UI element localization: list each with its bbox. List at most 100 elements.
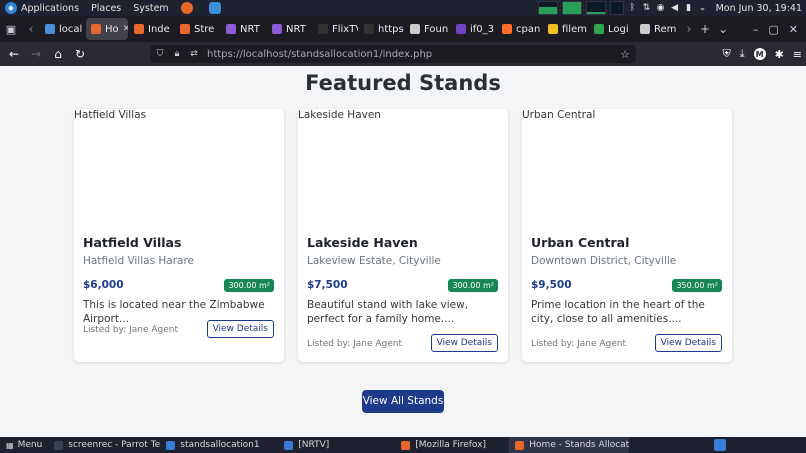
tab-favicon-icon bbox=[364, 24, 374, 34]
browser-tab[interactable]: https://l bbox=[359, 18, 404, 40]
workspace-switcher-icon[interactable] bbox=[714, 439, 726, 451]
tab-overview-icon[interactable]: ▣ bbox=[0, 23, 22, 36]
browser-tab[interactable]: Logi bbox=[589, 18, 634, 40]
permissions-icon[interactable]: ⇄ bbox=[187, 49, 201, 59]
task-app-icon bbox=[515, 440, 525, 450]
view-all-stands-button[interactable]: View All Stands bbox=[362, 390, 444, 413]
browser-tab[interactable]: Rem bbox=[635, 18, 680, 40]
tab-favicon-icon bbox=[226, 24, 236, 34]
stand-image[interactable]: Lakeside Haven bbox=[298, 109, 381, 121]
page-content: Featured Stands Hatfield Villas Hatfield… bbox=[0, 66, 806, 437]
chevron-down-icon[interactable]: ⌄ bbox=[698, 3, 708, 13]
tab-scroll-right-icon[interactable]: › bbox=[680, 22, 698, 36]
stand-size-badge: 300.00 m² bbox=[448, 279, 498, 292]
applications-menu[interactable]: Applications bbox=[21, 3, 79, 14]
home-icon[interactable]: ⌂ bbox=[47, 47, 69, 61]
bookmark-star-icon[interactable]: ☆ bbox=[620, 48, 630, 61]
stand-size-badge: 350.00 m² bbox=[672, 279, 722, 292]
taskbar-task[interactable]: standsallocation1 bbox=[160, 437, 278, 453]
tab-favicon-icon bbox=[134, 24, 144, 34]
tab-label: cpan bbox=[516, 23, 541, 35]
accessibility-icon[interactable]: ◉ bbox=[656, 3, 666, 13]
bluetooth-icon[interactable]: ᛒ bbox=[628, 3, 638, 13]
tab-label: FlixTV - bbox=[332, 23, 358, 35]
browser-tab[interactable]: local bbox=[40, 18, 85, 40]
os-top-panel: ◆ Applications Places System ᛒ ⇅ ◉ ◀ ▮ ⌄… bbox=[0, 0, 806, 16]
clock[interactable]: Mon Jun 30, 19:41 bbox=[716, 3, 802, 14]
tab-favicon-icon bbox=[548, 24, 558, 34]
stand-image[interactable]: Hatfield Villas bbox=[74, 109, 146, 121]
network-graph bbox=[585, 1, 606, 15]
browser-tab[interactable]: cpan bbox=[497, 18, 542, 40]
tab-favicon-icon bbox=[272, 24, 282, 34]
network-icon[interactable]: ⇅ bbox=[642, 3, 652, 13]
tab-label: Inde bbox=[148, 23, 170, 35]
listed-by: Listed by: Jane Agent bbox=[307, 339, 403, 349]
firefox-launcher-icon[interactable] bbox=[180, 2, 193, 14]
browser-tab[interactable]: Ho ✕ bbox=[86, 18, 128, 40]
tab-label: Rem bbox=[654, 23, 677, 35]
taskbar-task[interactable]: [NRTV] bbox=[278, 437, 395, 453]
extensions-icon[interactable]: ✱ bbox=[775, 48, 784, 61]
places-menu[interactable]: Places bbox=[91, 3, 121, 14]
downloads-icon[interactable]: ⤓ bbox=[740, 47, 745, 61]
view-details-button[interactable]: View Details bbox=[206, 320, 274, 338]
browser-tab[interactable]: if0_3 bbox=[451, 18, 496, 40]
forward-icon[interactable]: → bbox=[25, 47, 47, 61]
pocket-icon[interactable]: ⛨ bbox=[722, 47, 730, 61]
app-launcher-icon[interactable] bbox=[208, 2, 221, 14]
view-details-button[interactable]: View Details bbox=[654, 334, 722, 352]
taskbar-task[interactable]: screenrec - Parrot Ter... bbox=[48, 437, 160, 453]
stand-card: Lakeside Haven Lakeside Haven Lakeview E… bbox=[298, 109, 508, 362]
taskbar-task[interactable]: Home - Stands Allocati... bbox=[509, 437, 630, 453]
browser-tab[interactable]: NRT bbox=[221, 18, 266, 40]
stand-card: Urban Central Urban Central Downtown Dis… bbox=[522, 109, 732, 362]
volume-icon[interactable]: ◀ bbox=[670, 3, 680, 13]
maximize-icon[interactable]: ▢ bbox=[768, 23, 778, 36]
tab-favicon-icon bbox=[318, 24, 328, 34]
stand-price: $7,500 bbox=[307, 279, 348, 291]
tab-label: NRT bbox=[240, 23, 260, 35]
stand-price: $6,000 bbox=[83, 279, 124, 291]
stand-price: $9,500 bbox=[531, 279, 572, 291]
tab-scroll-left-icon[interactable]: ‹ bbox=[22, 22, 40, 36]
lock-icon[interactable]: 🔒︎ bbox=[170, 49, 184, 59]
close-window-icon[interactable]: ✕ bbox=[789, 23, 798, 36]
taskbar-task[interactable]: [Mozilla Firefox] bbox=[395, 437, 509, 453]
shield-icon[interactable]: ⛉ bbox=[153, 49, 167, 59]
task-app-icon bbox=[284, 440, 294, 450]
tab-label: local bbox=[59, 23, 83, 35]
browser-tab[interactable]: FlixTV - bbox=[313, 18, 358, 40]
url-bar[interactable]: ⛉ 🔒︎ ⇄ https://localhost/standsallocatio… bbox=[150, 45, 636, 63]
stand-description: Beautiful stand with lake view, perfect … bbox=[307, 299, 469, 325]
account-avatar[interactable]: M bbox=[753, 48, 766, 60]
close-tab-icon[interactable]: ✕ bbox=[123, 24, 128, 34]
minimize-icon[interactable]: – bbox=[753, 23, 759, 36]
menu-hamburger-icon[interactable]: ≡ bbox=[793, 48, 802, 61]
view-details-button[interactable]: View Details bbox=[430, 334, 498, 352]
browser-tab[interactable]: NRT bbox=[267, 18, 312, 40]
tab-favicon-icon bbox=[91, 24, 101, 34]
browser-tab[interactable]: filem bbox=[543, 18, 588, 40]
list-all-tabs-icon[interactable]: ⌄ bbox=[718, 22, 728, 36]
stand-description: Prime location in the heart of the city,… bbox=[531, 299, 705, 325]
url-text[interactable]: https://localhost/standsallocation1/inde… bbox=[207, 49, 432, 60]
back-icon[interactable]: ← bbox=[3, 47, 25, 61]
tab-label: Ho bbox=[105, 23, 119, 35]
task-label: standsallocation1 bbox=[180, 440, 260, 450]
battery-icon[interactable]: ▮ bbox=[684, 3, 694, 13]
memory-graph bbox=[561, 1, 582, 15]
browser-tab[interactable]: Foun bbox=[405, 18, 450, 40]
browser-tab[interactable]: Inde bbox=[129, 18, 174, 40]
browser-tab[interactable]: Stre bbox=[175, 18, 220, 40]
parrot-os-logo-icon[interactable]: ◆ bbox=[5, 2, 17, 14]
start-menu-button[interactable]: ▦ Menu bbox=[0, 440, 48, 450]
stand-image[interactable]: Urban Central bbox=[522, 109, 595, 121]
system-menu[interactable]: System bbox=[133, 3, 168, 14]
reload-icon[interactable]: ↻ bbox=[69, 47, 91, 61]
menu-icon: ▦ bbox=[6, 440, 14, 450]
section-title: Featured Stands bbox=[305, 71, 501, 95]
new-tab-icon[interactable]: + bbox=[700, 22, 710, 36]
task-app-icon bbox=[401, 440, 411, 450]
stand-location: Hatfield Villas Harare bbox=[83, 255, 195, 267]
